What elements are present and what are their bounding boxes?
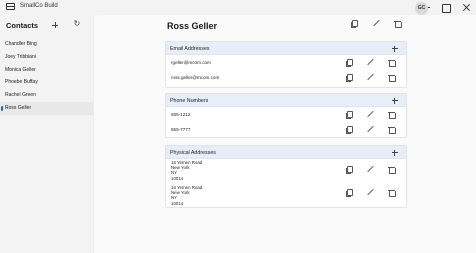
email-row: rgeller@mcom.com	[166, 55, 406, 70]
address-zip: 10014	[171, 175, 184, 181]
edit-icon[interactable]	[366, 58, 374, 66]
phone-section: Phone Numbers 555-1212 555-7777	[165, 93, 407, 138]
delete-icon[interactable]	[387, 125, 396, 134]
copy-contact-icon[interactable]	[350, 19, 358, 28]
delete-icon[interactable]	[387, 110, 396, 119]
edit-icon[interactable]	[366, 73, 374, 81]
email-value: ross.geller@mcom.com	[171, 75, 220, 80]
email-section: Email Addresses rgeller@mcom.com ross.ge…	[165, 41, 407, 88]
email-section-title: Email Addresses	[170, 45, 210, 52]
sidebar-title: Contacts	[6, 21, 39, 30]
contact-item-selected[interactable]: Ross Geller	[0, 101, 93, 115]
app-window-icon	[6, 3, 15, 10]
email-row: ross.geller@mcom.com	[166, 70, 406, 85]
copy-icon[interactable]	[345, 58, 353, 67]
address-value: 16 Yemen Road New York NY 10014	[171, 185, 202, 206]
address-row: 16 Yemen Road New York NY 10014	[166, 184, 406, 209]
email-value: rgeller@mcom.com	[171, 60, 211, 65]
phone-value: 555-7777	[171, 127, 191, 132]
phone-row: 555-7777	[166, 122, 406, 137]
add-contact-button[interactable]	[50, 19, 62, 31]
contacts-sidebar: Contacts ↻ Chandler Bing Joey Tribbiani …	[0, 15, 93, 253]
address-value: 15 Yemen Road New York NY 10014	[171, 160, 202, 181]
refresh-button[interactable]: ↻	[72, 19, 82, 29]
contact-list: Chandler Bing Joey Tribbiani Monica Gell…	[0, 38, 93, 115]
edit-contact-icon[interactable]	[372, 19, 380, 27]
copy-icon[interactable]	[345, 73, 353, 82]
add-address-button[interactable]	[390, 148, 399, 157]
copy-icon[interactable]	[345, 188, 353, 197]
contact-item[interactable]: Rachel Green	[0, 89, 93, 102]
phone-section-title: Phone Numbers	[170, 97, 209, 104]
close-button[interactable]	[457, 0, 475, 15]
edit-icon[interactable]	[366, 165, 374, 173]
address-section-title: Physical Addresses	[170, 149, 216, 156]
delete-icon[interactable]	[387, 58, 396, 67]
phone-value: 555-1212	[171, 112, 191, 117]
email-section-header: Email Addresses	[166, 42, 406, 55]
sidebar-header: Contacts ↻	[0, 15, 93, 36]
contact-item[interactable]: Chandler Bing	[0, 38, 93, 51]
contact-item[interactable]: Phoebe Buffay	[0, 76, 93, 89]
address-section: Physical Addresses 15 Yemen Road New Yor…	[165, 145, 407, 208]
contact-item[interactable]: Monica Geller	[0, 64, 93, 77]
copy-icon[interactable]	[345, 125, 353, 134]
delete-icon[interactable]	[387, 165, 396, 174]
edit-icon[interactable]	[366, 125, 374, 133]
delete-icon[interactable]	[387, 188, 396, 197]
delete-icon[interactable]	[387, 73, 396, 82]
contact-item[interactable]: Joey Tribbiani	[0, 51, 93, 64]
add-phone-button[interactable]	[390, 96, 399, 105]
address-section-header: Physical Addresses	[166, 146, 406, 159]
address-row: 15 Yemen Road New York NY 10014	[166, 159, 406, 184]
edit-icon[interactable]	[366, 188, 374, 196]
address-zip: 10014	[171, 200, 184, 206]
contact-name: Ross Geller	[167, 21, 218, 31]
user-avatar[interactable]: GC	[415, 2, 428, 15]
contact-detail-pane: Ross Geller Email Addresses rgeller@mcom…	[93, 15, 476, 253]
phone-row: 555-1212	[166, 107, 406, 122]
title-bar: SmallCo Build	[0, 0, 476, 15]
phone-section-header: Phone Numbers	[166, 94, 406, 107]
maximize-button[interactable]	[437, 0, 455, 15]
delete-contact-icon[interactable]	[393, 19, 402, 28]
edit-icon[interactable]	[366, 110, 374, 118]
window-title: SmallCo Build	[20, 3, 58, 9]
copy-icon[interactable]	[345, 110, 353, 119]
add-email-button[interactable]	[390, 44, 399, 53]
copy-icon[interactable]	[345, 165, 353, 174]
